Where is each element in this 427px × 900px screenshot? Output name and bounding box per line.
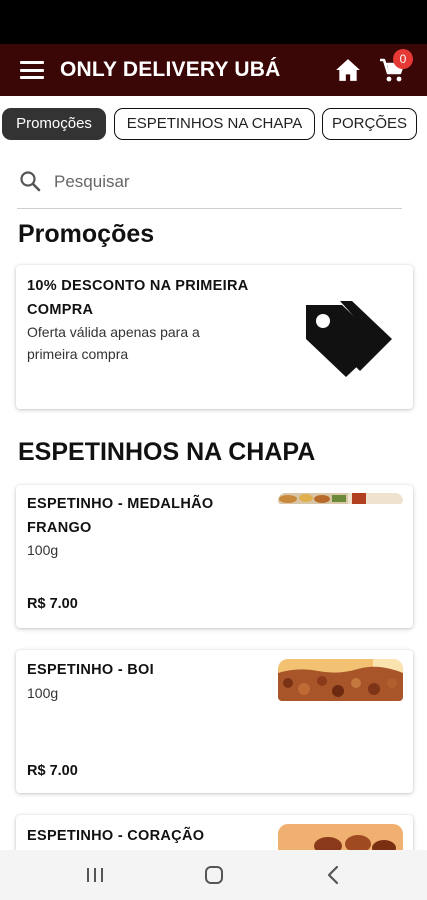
product-description: 100g	[27, 685, 59, 701]
tab-promocoes[interactable]: Promoções	[2, 108, 106, 140]
section-title-promocoes: Promoções	[18, 220, 155, 248]
system-nav-bar	[0, 850, 427, 900]
app-title: ONLY DELIVERY UBÁ	[60, 58, 281, 81]
product-image	[278, 659, 403, 701]
product-title: ESPETINHO - MEDALHÃO FRANGO	[27, 496, 214, 536]
section-title-espetinhos: ESPETINHOS NA CHAPA	[18, 438, 316, 466]
product-title: ESPETINHO - BOI	[27, 662, 154, 678]
home-icon[interactable]	[335, 58, 361, 82]
status-bar	[0, 0, 427, 44]
product-card[interactable]: ESPETINHO - MEDALHÃO FRANGO 100g R$ 7.00	[16, 485, 413, 628]
product-title: ESPETINHO - CORAÇÃO	[27, 828, 205, 844]
product-price: R$ 7.00	[27, 596, 78, 612]
search-bar	[17, 163, 402, 209]
category-tabs: Promoções ESPETINHOS NA CHAPA PORÇÕES	[0, 106, 427, 142]
search-input[interactable]	[54, 167, 384, 197]
back-icon[interactable]	[322, 864, 346, 886]
product-card[interactable]: ESPETINHO - BOI 100g R$ 7.00	[16, 650, 413, 793]
tab-porcoes[interactable]: PORÇÕES	[322, 108, 417, 140]
product-image	[278, 493, 403, 504]
promo-card[interactable]: 10% DESCONTO NA PRIMEIRA COMPRA Oferta v…	[16, 265, 413, 409]
home-nav-icon[interactable]	[202, 864, 226, 886]
product-description: 100g	[27, 542, 59, 558]
promo-title: 10% DESCONTO NA PRIMEIRA COMPRA	[27, 278, 248, 318]
app-bar: ONLY DELIVERY UBÁ 0	[0, 44, 427, 96]
promo-description: Oferta válida apenas para a primeira com…	[27, 324, 200, 362]
product-price: R$ 7.00	[27, 763, 78, 779]
tab-espetinhos-na-chapa[interactable]: ESPETINHOS NA CHAPA	[114, 108, 315, 140]
menu-icon[interactable]	[20, 61, 44, 79]
price-tag-icon	[306, 301, 392, 377]
recent-apps-icon[interactable]	[83, 864, 107, 886]
cart-count-badge: 0	[393, 49, 413, 69]
search-icon	[20, 171, 41, 192]
